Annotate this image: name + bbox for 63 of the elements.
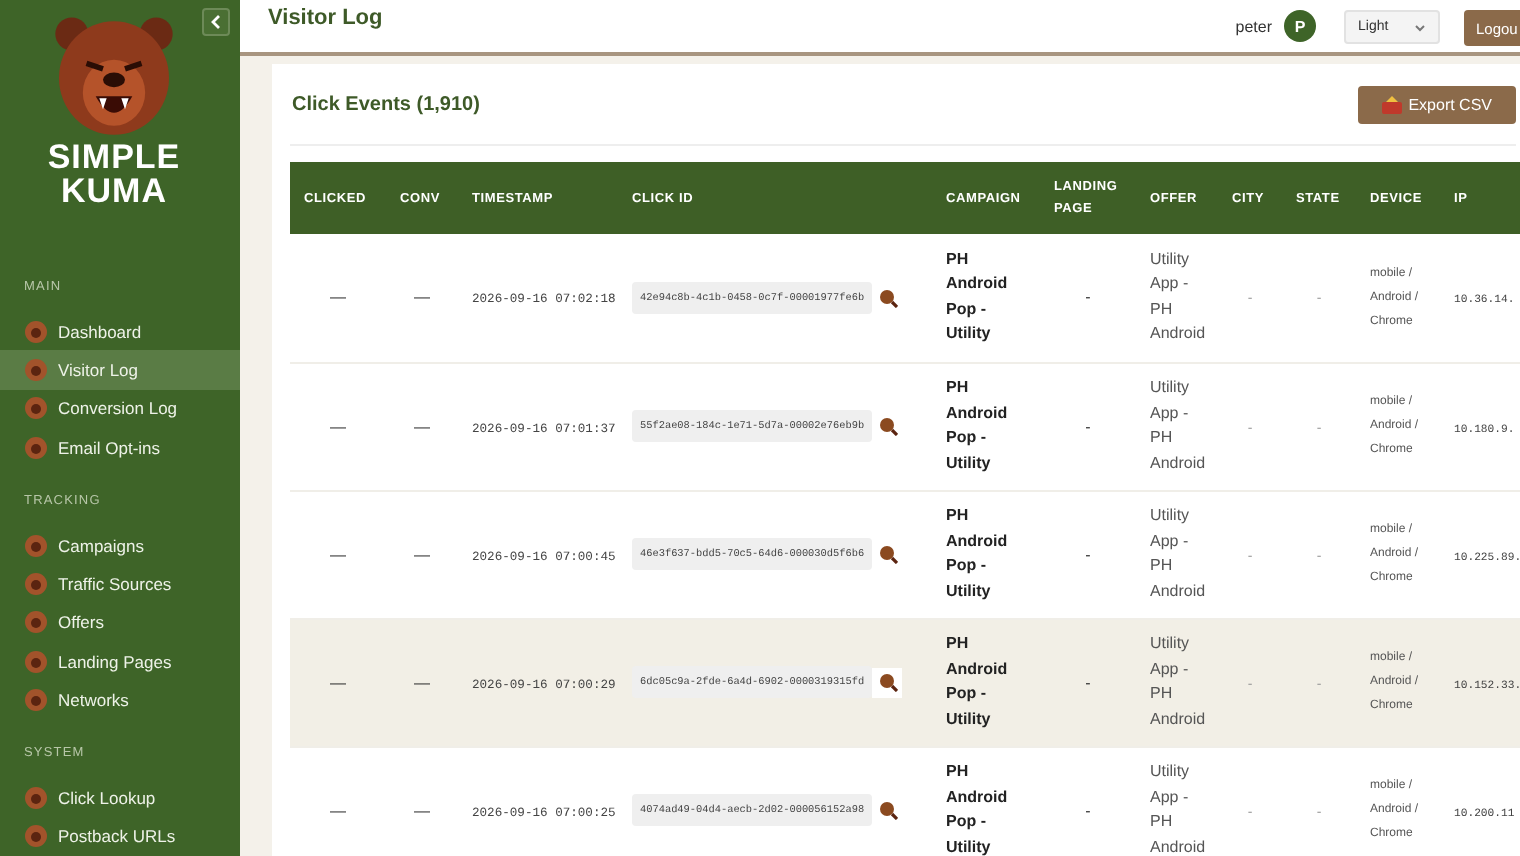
badge-icon bbox=[24, 786, 48, 811]
table-cell: — bbox=[330, 545, 346, 563]
badge-icon bbox=[24, 319, 48, 344]
sidebar-item[interactable]: Dashboard bbox=[0, 312, 240, 351]
brand-logo-text: SIMPLE KUMA bbox=[45, 140, 183, 209]
badge-icon bbox=[24, 649, 48, 674]
table-cell: - bbox=[1085, 673, 1091, 691]
table-cell: — bbox=[330, 417, 346, 435]
sidebar-item[interactable]: Landing Pages bbox=[0, 641, 240, 681]
sidebar-item[interactable]: Postback URLs bbox=[0, 817, 240, 856]
table-cell: — bbox=[414, 801, 430, 819]
sidebar-item[interactable]: Offers bbox=[0, 603, 240, 642]
table-cell: — bbox=[414, 417, 430, 435]
table-cell: — bbox=[330, 288, 346, 307]
table-cell: — bbox=[414, 545, 430, 563]
badge-icon bbox=[24, 824, 48, 849]
card-title: Click Events (1,910) bbox=[292, 93, 480, 115]
sidebar-item[interactable]: Conversion Log bbox=[0, 389, 240, 428]
table-cell-text: PH Android Pop - Utility bbox=[946, 632, 1010, 732]
search-icon bbox=[877, 800, 898, 820]
table-cell-text: Utility App - PH Android bbox=[1150, 247, 1204, 347]
table-cell-text: Utility App - PH Android bbox=[1150, 504, 1204, 603]
sidebar-item[interactable]: Email Opt-ins bbox=[0, 427, 240, 467]
search-icon bbox=[877, 416, 898, 436]
table-cell: — bbox=[414, 288, 430, 307]
sidebar-item[interactable]: Click Lookup bbox=[0, 778, 240, 818]
table-cell: - bbox=[1085, 417, 1091, 435]
page-title: Visitor Log bbox=[268, 6, 383, 34]
sidebar-item[interactable]: Visitor Log bbox=[0, 350, 240, 390]
table-cell: — bbox=[330, 801, 346, 819]
table-cell: - bbox=[1085, 801, 1091, 819]
table-cell: - bbox=[1085, 288, 1091, 307]
badge-icon bbox=[24, 533, 48, 558]
table-cell: — bbox=[414, 673, 430, 691]
table-cell-text: Utility App - PH Android bbox=[1150, 376, 1204, 475]
sidebar-item[interactable]: Traffic Sources bbox=[0, 564, 240, 604]
sidebar-item[interactable]: Networks bbox=[0, 680, 240, 719]
table-cell: Utility App - PH Android bbox=[1150, 760, 1204, 856]
table-cell: - bbox=[1085, 545, 1091, 563]
tray-icon bbox=[1382, 95, 1403, 113]
lookup-button[interactable] bbox=[872, 667, 903, 697]
table-cell-text: PH Android Pop - Utility bbox=[946, 247, 1010, 347]
search-icon bbox=[877, 287, 898, 308]
badge-icon bbox=[24, 435, 48, 460]
badge-icon bbox=[24, 396, 48, 421]
table-cell-text: Utility App - PH Android bbox=[1150, 632, 1204, 731]
caret-icon bbox=[1414, 23, 1426, 31]
badge-icon bbox=[24, 610, 48, 635]
search-icon bbox=[877, 672, 898, 692]
export-button[interactable]: Export CSV bbox=[1358, 85, 1516, 123]
table-cell-text: PH Android Pop - Utility bbox=[946, 376, 1010, 476]
collapse-button[interactable] bbox=[202, 8, 230, 36]
table-cell: — bbox=[330, 673, 346, 691]
table-cell-text: PH Android Pop - Utility bbox=[946, 504, 1010, 604]
badge-icon bbox=[24, 358, 48, 383]
search-icon bbox=[877, 544, 898, 564]
badge-icon bbox=[24, 687, 48, 712]
chevron-left-icon bbox=[210, 14, 222, 30]
badge-icon bbox=[24, 572, 48, 597]
username: peter bbox=[1235, 18, 1272, 36]
avatar: P bbox=[1284, 10, 1316, 42]
sidebar-item[interactable]: Campaigns bbox=[0, 526, 240, 565]
table-cell-text: PH Android Pop - Utility bbox=[946, 760, 1010, 856]
